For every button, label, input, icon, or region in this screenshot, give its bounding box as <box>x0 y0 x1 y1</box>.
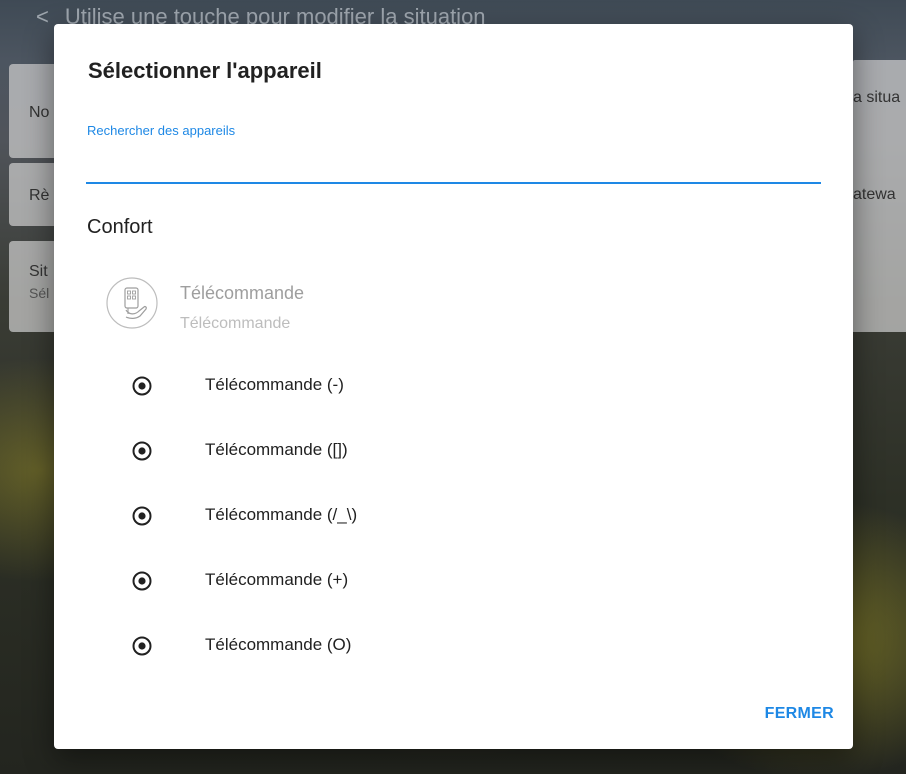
option-label: Télécommande (O) <box>205 635 352 654</box>
background-card-situation-title: Sit <box>29 263 48 280</box>
option-remote-triangle[interactable]: Télécommande (/_\) <box>132 498 532 538</box>
radio-selected-icon[interactable] <box>132 441 152 461</box>
dialog-title: Sélectionner l'appareil <box>88 58 322 83</box>
option-remote-square[interactable]: Télécommande ([]) <box>132 433 532 473</box>
option-label: Télécommande (+) <box>205 570 349 589</box>
background-card-rule-title: Rè <box>29 187 50 204</box>
radio-selected-icon[interactable] <box>132 376 152 396</box>
option-remote-plus[interactable]: Télécommande (+) <box>132 563 532 603</box>
background-card-situation-subtitle: Sél <box>29 285 50 301</box>
remote-control-hand-icon <box>106 277 158 329</box>
radio-selected-icon[interactable] <box>132 571 152 591</box>
option-label: Télécommande (/_\) <box>205 505 358 524</box>
radio-selected-icon[interactable] <box>132 506 152 526</box>
search-label: Rechercher des appareils <box>87 123 236 138</box>
background-right-text-1: a situa <box>853 89 901 106</box>
device-subtitle: Télécommande <box>180 315 291 332</box>
option-label: Télécommande (-) <box>205 375 344 394</box>
device-name: Télécommande <box>180 283 305 303</box>
search-devices-input[interactable] <box>86 144 821 184</box>
section-title-confort: Confort <box>87 216 153 238</box>
option-label: Télécommande ([]) <box>205 440 348 459</box>
radio-selected-icon[interactable] <box>132 636 152 656</box>
option-remote-circle[interactable]: Télécommande (O) <box>132 628 532 668</box>
option-remote-minus[interactable]: Télécommande (-) <box>132 368 532 408</box>
background-card-name-title: No <box>29 104 50 121</box>
select-device-dialog: Sélectionner l'appareil Rechercher des a… <box>54 24 853 749</box>
background-right-text-2: atewa <box>853 186 896 203</box>
device-header: Télécommande Télécommande <box>106 277 606 337</box>
close-button[interactable]: FERMER <box>744 696 834 732</box>
back-chevron-icon: < <box>36 4 49 29</box>
